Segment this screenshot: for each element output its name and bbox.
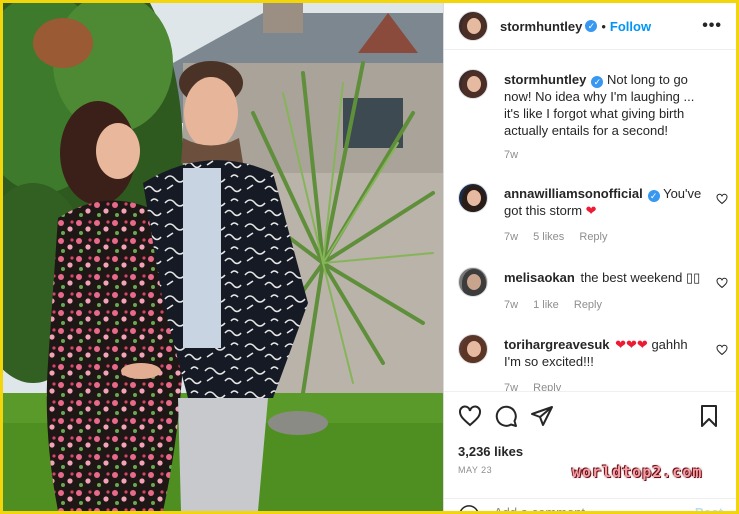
comment-text-block: melisaokan the best weekend ▯▯ xyxy=(504,269,706,286)
comment-time: 7w xyxy=(504,299,519,311)
verified-badge-icon: ✓ xyxy=(647,190,660,202)
verified-badge-icon: ✓ xyxy=(585,20,598,32)
caption-text-block: stormhuntley ✓ Not long to go now! No ide… xyxy=(504,71,706,139)
emoji-smiley-icon[interactable] xyxy=(458,504,480,514)
post-side-panel: stormhuntley ✓ • Follow ••• stormhuntley… xyxy=(443,3,736,511)
instagram-post: stormhuntley ✓ • Follow ••• stormhuntley… xyxy=(0,0,739,514)
reply-button[interactable]: Reply xyxy=(574,299,602,311)
post-comment-button[interactable]: Post xyxy=(695,505,723,511)
like-comment-heart-icon[interactable] xyxy=(716,193,728,205)
more-options-icon[interactable]: ••• xyxy=(702,17,722,35)
caption-avatar[interactable] xyxy=(458,69,488,99)
comment-item: annawilliamsonofficial ✓ You've got this … xyxy=(458,183,728,247)
post-header: stormhuntley ✓ • Follow ••• xyxy=(444,3,736,50)
post-actions: 3,236 likes MAY 23 worldtop2.com Add a c… xyxy=(444,391,736,514)
save-bookmark-icon[interactable] xyxy=(697,404,721,428)
like-comment-heart-icon[interactable] xyxy=(716,344,728,356)
watermark: worldtop2.com xyxy=(572,463,703,481)
comment-text-block: annawilliamsonofficial ✓ You've got this … xyxy=(504,185,706,219)
add-comment-input[interactable]: Add a comment... xyxy=(494,505,596,511)
avatar[interactable] xyxy=(458,11,488,41)
comment-time: 7w xyxy=(504,382,519,391)
comment-text-block: torihargreavesuk ❤❤❤ gahhh I'm so excite… xyxy=(504,336,706,370)
comment-username[interactable]: torihargreavesuk xyxy=(504,337,610,352)
caption: stormhuntley ✓ Not long to go now! No ide… xyxy=(458,69,728,169)
caption-time: 7w xyxy=(504,149,519,161)
commenter-avatar[interactable] xyxy=(458,183,488,213)
comment-username[interactable]: annawilliamsonofficial xyxy=(504,186,643,201)
action-row xyxy=(458,404,723,430)
reply-button[interactable]: Reply xyxy=(579,231,607,243)
comment-item: torihargreavesuk ❤❤❤ gahhh I'm so excite… xyxy=(458,334,728,391)
caption-username[interactable]: stormhuntley xyxy=(504,72,586,87)
post-photo[interactable] xyxy=(3,3,443,511)
like-heart-icon[interactable] xyxy=(458,404,482,428)
couple-photo-illustration xyxy=(3,3,443,511)
comment-likes[interactable]: 1 like xyxy=(533,299,559,311)
red-heart-emoji: ❤ xyxy=(585,203,597,218)
comment-likes[interactable]: 5 likes xyxy=(533,231,564,243)
red-hearts-emoji: ❤❤❤ xyxy=(615,337,648,352)
like-comment-heart-icon[interactable] xyxy=(716,277,728,289)
comment-username[interactable]: melisaokan xyxy=(504,270,575,285)
comment-meta: 7w 1 like Reply xyxy=(504,299,614,311)
post-date: MAY 23 xyxy=(458,465,493,475)
share-send-icon[interactable] xyxy=(530,404,554,428)
commenter-avatar[interactable] xyxy=(458,267,488,297)
caption-meta: 7w xyxy=(504,149,530,161)
header-username[interactable]: stormhuntley xyxy=(500,19,582,34)
comment-meta: 7w Reply xyxy=(504,382,573,391)
verified-badge-icon: ✓ xyxy=(591,76,604,88)
add-comment-row: Add a comment... Post xyxy=(444,498,736,514)
comment-item: melisaokan the best weekend ▯▯ 7w 1 like… xyxy=(458,267,728,315)
comment-text: the best weekend ▯▯ xyxy=(580,270,701,285)
follow-button[interactable]: Follow xyxy=(610,19,651,34)
dot-separator: • xyxy=(601,18,606,34)
comment-meta: 7w 5 likes Reply xyxy=(504,231,620,243)
reply-button[interactable]: Reply xyxy=(533,382,561,391)
likes-count[interactable]: 3,236 likes xyxy=(458,444,523,459)
commenter-avatar[interactable] xyxy=(458,334,488,364)
comment-bubble-icon[interactable] xyxy=(494,404,518,428)
comment-time: 7w xyxy=(504,231,519,243)
comments-list[interactable]: stormhuntley ✓ Not long to go now! No ide… xyxy=(444,51,736,391)
